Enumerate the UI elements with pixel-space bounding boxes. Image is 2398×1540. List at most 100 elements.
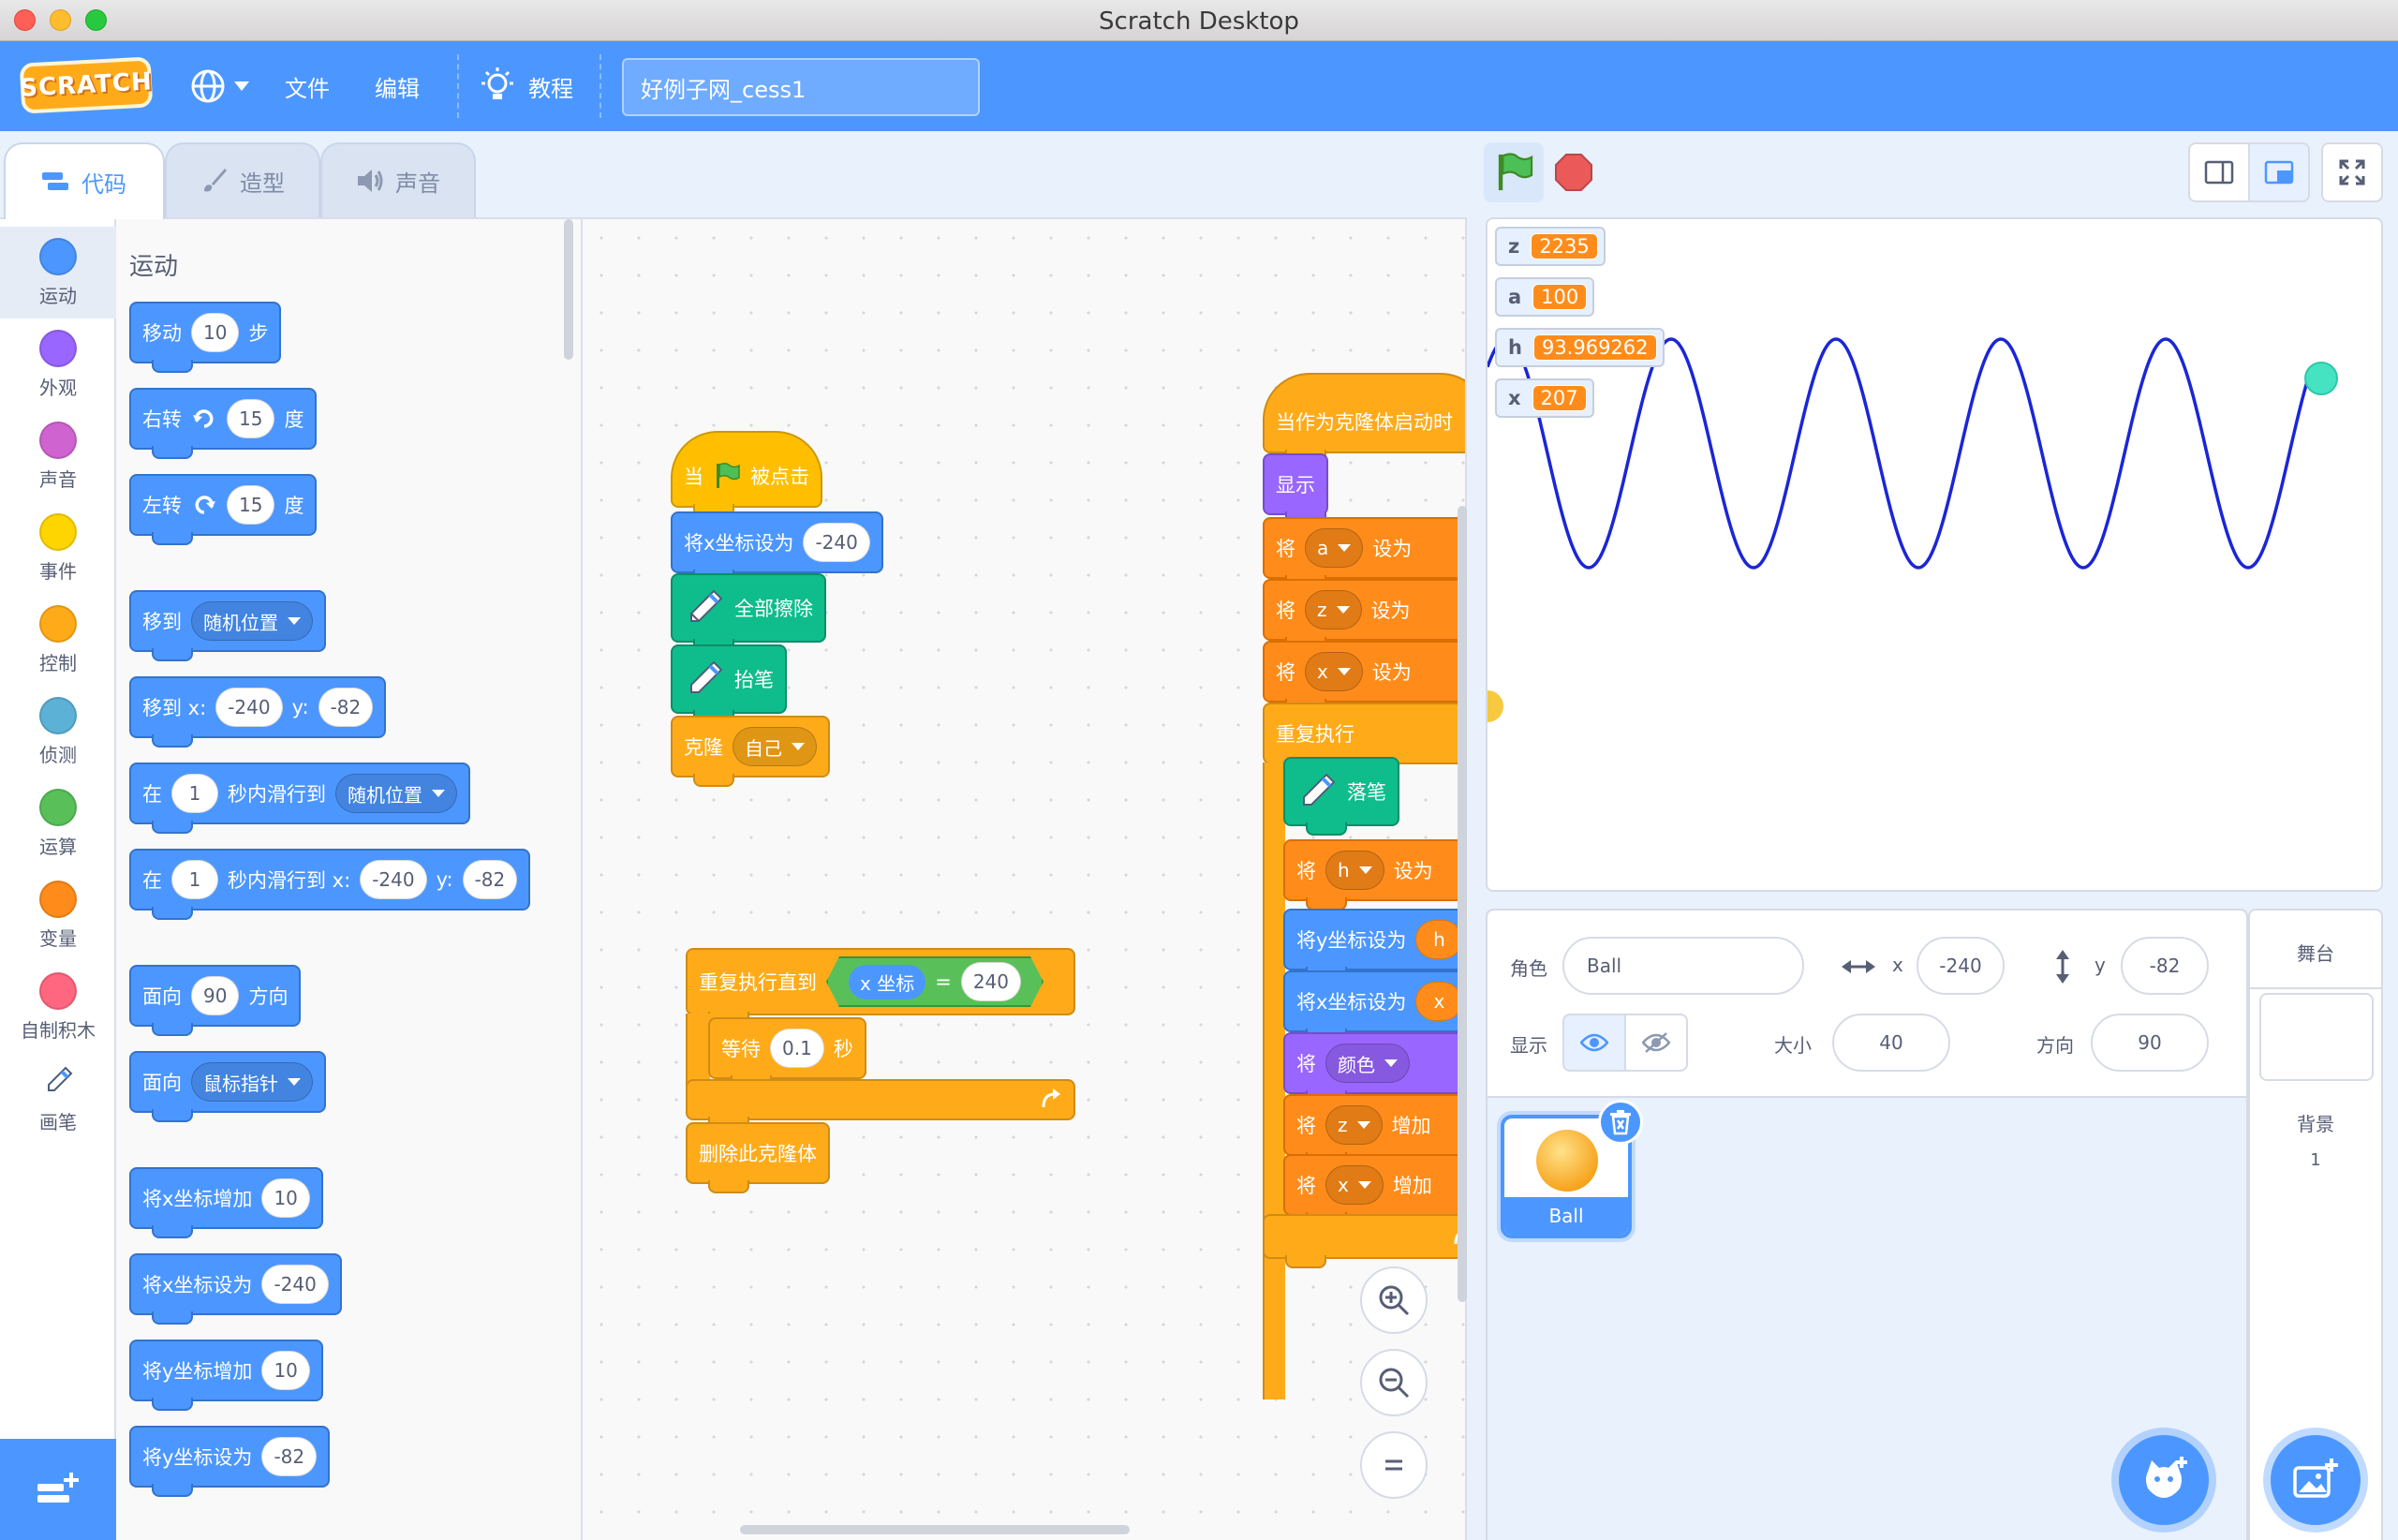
block-number-input[interactable]: 10 (261, 1351, 310, 1390)
block-dropdown[interactable]: 随机位置 (335, 774, 457, 813)
set-variable-z-block[interactable]: 将 z 设为 (1263, 579, 1465, 650)
block-number-input[interactable]: 1 (171, 774, 218, 813)
block-dropdown[interactable]: 颜色 (1325, 1044, 1410, 1083)
equals-operator[interactable]: x 坐标 = 240 (826, 956, 1044, 1007)
stage-canvas[interactable]: z 2235 a 100 h 93.969262 x 207 (1486, 217, 2383, 892)
variable-monitor-x[interactable]: x 207 (1495, 378, 1594, 418)
set-variable-a-block[interactable]: 将 a 设为 (1263, 517, 1465, 588)
sprite-name-input[interactable]: Ball (1562, 937, 1804, 995)
block-number-input[interactable]: -82 (261, 1437, 318, 1476)
category-4[interactable]: 控制 (0, 594, 116, 686)
zoom-out-button[interactable] (1360, 1349, 1428, 1416)
block-change-y[interactable]: 将y坐标增加 10 (129, 1340, 323, 1411)
block-number-input[interactable]: -240 (360, 860, 427, 899)
script-area-horizontal-scrollbar[interactable] (740, 1525, 1130, 1534)
block-number-input[interactable]: 90 (191, 976, 240, 1015)
x-position-reporter[interactable]: x 坐标 (849, 965, 925, 1000)
set-x-block[interactable]: 将x坐标设为 x (1283, 970, 1465, 1042)
category-2[interactable]: 声音 (0, 410, 116, 502)
hide-sprite-button[interactable] (1624, 1014, 1688, 1072)
create-clone-block[interactable]: 克隆 自己 (671, 716, 830, 787)
block-glide-to[interactable]: 在 1 秒内滑行到 随机位置 (129, 763, 470, 834)
variable-dropdown[interactable]: a (1305, 528, 1364, 568)
block-number-input[interactable]: -240 (803, 523, 870, 562)
script-area[interactable]: 当 被点击 将x坐标设为 -240 全部擦除 抬笔 克隆 自己 重复执行直到 x… (583, 217, 1467, 1540)
set-y-block[interactable]: 将y坐标设为 h (1283, 909, 1465, 980)
stage-target-pane[interactable]: 舞台 背景 1 (2248, 909, 2383, 1540)
block-glide-xy[interactable]: 在 1 秒内滑行到 x: -240 y: -82 (129, 849, 531, 920)
block-reporter-input[interactable]: x (1415, 982, 1463, 1021)
set-pen-color-block[interactable]: 将 颜色 (1283, 1032, 1465, 1103)
y-position-input[interactable]: -82 (2121, 937, 2209, 995)
stop-button[interactable] (1544, 142, 1604, 202)
category-9[interactable]: 画笔 (0, 1053, 116, 1145)
project-title-input[interactable]: 好例子网_cess1 (622, 58, 980, 116)
variable-monitor-z[interactable]: z 2235 (1495, 227, 1606, 266)
repeat-until-block[interactable]: 重复执行直到 x 坐标 = 240 (686, 948, 1075, 1025)
pen-up-block[interactable]: 抬笔 (671, 644, 787, 723)
block-number-input[interactable]: 10 (261, 1178, 310, 1218)
when-start-as-clone-block[interactable]: 当作为克隆体启动时 (1263, 373, 1465, 463)
block-reporter-input[interactable]: h (1415, 920, 1463, 959)
tab-sounds[interactable]: 声音 (320, 142, 476, 217)
block-change-x[interactable]: 将x坐标增加 10 (129, 1167, 323, 1238)
large-stage-button[interactable] (2248, 142, 2310, 202)
category-8[interactable]: 自制积木 (0, 961, 116, 1053)
category-0[interactable]: 运动 (0, 227, 116, 318)
block-point-direction[interactable]: 面向 90 方向 (129, 965, 302, 1036)
variable-dropdown[interactable]: z (1305, 590, 1362, 629)
block-set-x[interactable]: 将x坐标设为 -240 (129, 1253, 342, 1325)
size-input[interactable]: 40 (1832, 1014, 1950, 1072)
block-number-input[interactable]: 15 (227, 399, 275, 438)
fullscreen-button[interactable] (2321, 142, 2383, 202)
zoom-reset-button[interactable] (1360, 1431, 1428, 1499)
block-number-input[interactable]: -82 (318, 688, 374, 727)
block-number-input[interactable]: -240 (215, 688, 283, 727)
block-point-towards[interactable]: 面向 鼠标指针 (129, 1051, 326, 1122)
block-dropdown[interactable]: 随机位置 (191, 601, 313, 641)
block-number-input[interactable]: -82 (462, 860, 518, 899)
scratch-logo[interactable]: SCRATCH (20, 56, 153, 114)
forever-block[interactable]: 重复执行 (1263, 703, 1465, 774)
variable-monitor-a[interactable]: a 100 (1495, 277, 1595, 317)
choose-backdrop-button[interactable] (2271, 1435, 2361, 1525)
show-block[interactable]: 显示 (1263, 453, 1328, 525)
edit-menu[interactable]: 编辑 (375, 41, 420, 131)
when-flag-clicked-block[interactable]: 当 被点击 (671, 431, 822, 517)
block-number-input[interactable]: 240 (961, 962, 1021, 1001)
category-5[interactable]: 侦测 (0, 686, 116, 777)
delete-sprite-button[interactable] (1598, 1100, 1643, 1145)
variable-dropdown[interactable]: h (1325, 851, 1384, 890)
block-number-input[interactable]: -240 (261, 1265, 329, 1304)
x-position-input[interactable]: -240 (1917, 937, 2005, 995)
block-turn-right[interactable]: 右转 15 度 (129, 388, 318, 459)
variable-dropdown[interactable]: x (1305, 652, 1363, 691)
ball-sprite[interactable] (2304, 362, 2338, 395)
change-variable-z-block[interactable]: 将 z 增加 (1283, 1094, 1465, 1165)
block-number-input[interactable]: 10 (191, 313, 240, 352)
block-dropdown[interactable]: 自己 (733, 727, 817, 766)
tutorials-menu[interactable]: 教程 (480, 41, 573, 131)
delete-clone-block[interactable]: 删除此克隆体 (686, 1122, 830, 1193)
category-1[interactable]: 外观 (0, 318, 116, 410)
set-variable-h-block[interactable]: 将 h 设为 (1283, 839, 1465, 911)
change-variable-x-block[interactable]: 将 x 增加 (1283, 1154, 1465, 1225)
small-stage-button[interactable] (2188, 142, 2250, 202)
set-x-block[interactable]: 将x坐标设为 -240 (671, 511, 883, 583)
block-move-steps[interactable]: 移动 10 步 (129, 302, 282, 373)
category-3[interactable]: 事件 (0, 502, 116, 594)
pen-down-block[interactable]: 落笔 (1283, 757, 1399, 836)
add-extension-button[interactable] (0, 1439, 116, 1540)
block-number-input[interactable]: 0.1 (770, 1029, 824, 1068)
block-turn-left[interactable]: 左转 15 度 (129, 474, 318, 545)
block-goto-xy[interactable]: 移到 x: -240 y: -82 (129, 676, 387, 748)
choose-sprite-button[interactable] (2119, 1435, 2209, 1525)
variable-dropdown[interactable]: z (1325, 1105, 1383, 1145)
wait-block[interactable]: 等待 0.1 秒 (708, 1017, 866, 1088)
variable-monitor-h[interactable]: h 93.969262 (1495, 328, 1665, 367)
variable-dropdown[interactable]: x (1325, 1165, 1384, 1205)
green-flag-button[interactable] (1484, 142, 1544, 202)
block-dropdown[interactable]: 鼠标指针 (191, 1062, 313, 1102)
backdrop-thumbnail[interactable] (2259, 993, 2374, 1081)
direction-input[interactable]: 90 (2091, 1014, 2209, 1072)
